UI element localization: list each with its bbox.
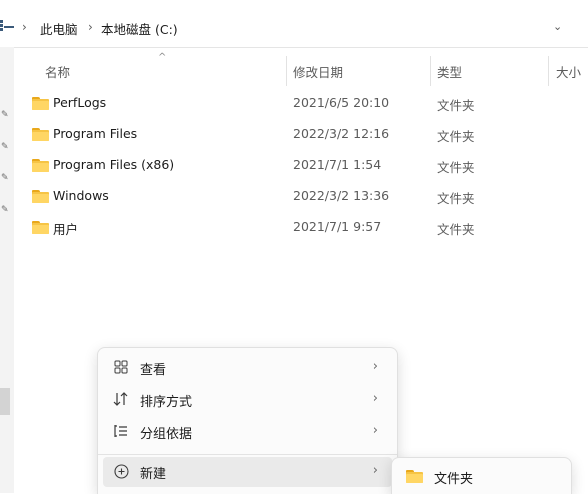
pin-icon: ✎ [1, 110, 9, 120]
menu-item-group-by[interactable]: 分组依据 › [103, 417, 392, 447]
file-row[interactable]: 用户 2021/7/1 9:57 文件夹 [28, 212, 588, 242]
pin-icon: ✎ [1, 205, 9, 215]
context-menu: 查看 › 排序方式 › 分组依据 › 新建 › [97, 347, 398, 494]
file-type: 文件夹 [437, 191, 475, 206]
folder-icon [32, 221, 49, 234]
file-type: 文件夹 [437, 160, 475, 175]
menu-item-view[interactable]: 查看 › [103, 353, 392, 383]
file-row[interactable]: Program Files 2022/3/2 12:16 文件夹 [28, 119, 588, 149]
folder-icon [32, 190, 49, 203]
menu-item-sort-by[interactable]: 排序方式 › [103, 385, 392, 415]
folder-icon [406, 470, 423, 483]
new-submenu: 文件夹 [391, 457, 572, 494]
address-history-dropdown-icon[interactable]: ⌄ [553, 20, 562, 33]
breadcrumb-this-pc[interactable]: 此电脑 [40, 19, 78, 38]
chevron-right-icon: › [372, 359, 378, 374]
file-date: 2021/7/1 1:54 [293, 157, 382, 172]
column-divider[interactable] [548, 56, 549, 86]
file-name: PerfLogs [53, 95, 107, 110]
file-type: 文件夹 [437, 222, 475, 237]
file-name: Program Files (x86) [53, 157, 175, 172]
menu-item-label: 新建 [140, 467, 167, 482]
file-type: 文件夹 [437, 98, 475, 113]
column-header-size[interactable]: 大小 [556, 62, 581, 81]
pin-icon: ✎ [1, 173, 9, 183]
menu-item-label: 查看 [140, 363, 167, 378]
file-date: 2021/6/5 20:10 [293, 95, 390, 110]
address-bar[interactable]: › 此电脑 › 本地磁盘 (C:) ⌄ [0, 0, 588, 48]
folder-icon [32, 97, 49, 110]
menu-item-label: 分组依据 [140, 427, 193, 442]
submenu-item-new-folder[interactable]: 文件夹 [434, 468, 473, 487]
sort-icon [113, 392, 129, 408]
nav-selected-item[interactable] [0, 388, 10, 415]
menu-separator [98, 454, 397, 455]
sort-ascending-icon: ^ [158, 52, 167, 63]
column-header-name[interactable]: 名称 [45, 62, 70, 81]
column-header-date[interactable]: 修改日期 [293, 62, 343, 81]
file-date: 2021/7/1 9:57 [293, 219, 382, 234]
chevron-right-icon: › [372, 423, 378, 438]
file-type: 文件夹 [437, 129, 475, 144]
column-divider[interactable] [430, 56, 431, 86]
chevron-right-icon: › [372, 391, 378, 406]
breadcrumb-local-disk[interactable]: 本地磁盘 (C:) [101, 19, 178, 38]
file-name: 用户 [53, 222, 79, 237]
this-pc-icon [0, 20, 14, 31]
breadcrumb-separator-icon: › [22, 20, 27, 34]
file-row[interactable]: Windows 2022/3/2 13:36 文件夹 [28, 181, 588, 211]
folder-icon [32, 128, 49, 141]
file-date: 2022/3/2 12:16 [293, 126, 390, 141]
column-header-type[interactable]: 类型 [437, 62, 462, 81]
menu-item-new[interactable]: 新建 › [103, 457, 392, 487]
folder-icon [32, 159, 49, 172]
breadcrumb-separator-icon: › [88, 20, 93, 34]
navigation-pane[interactable]: ✎ ✎ ✎ ✎ [0, 47, 14, 493]
grid-view-icon [113, 360, 129, 376]
file-name: Windows [53, 188, 109, 203]
file-date: 2022/3/2 13:36 [293, 188, 390, 203]
group-list-icon [113, 424, 129, 440]
file-row[interactable]: PerfLogs 2021/6/5 20:10 文件夹 [28, 88, 588, 118]
pin-icon: ✎ [1, 142, 9, 152]
file-row[interactable]: Program Files (x86) 2021/7/1 1:54 文件夹 [28, 150, 588, 180]
menu-item-label: 排序方式 [140, 395, 193, 410]
chevron-right-icon: › [372, 463, 378, 478]
file-name: Program Files [53, 126, 138, 141]
column-divider[interactable] [286, 56, 287, 86]
add-circle-icon [113, 464, 129, 480]
